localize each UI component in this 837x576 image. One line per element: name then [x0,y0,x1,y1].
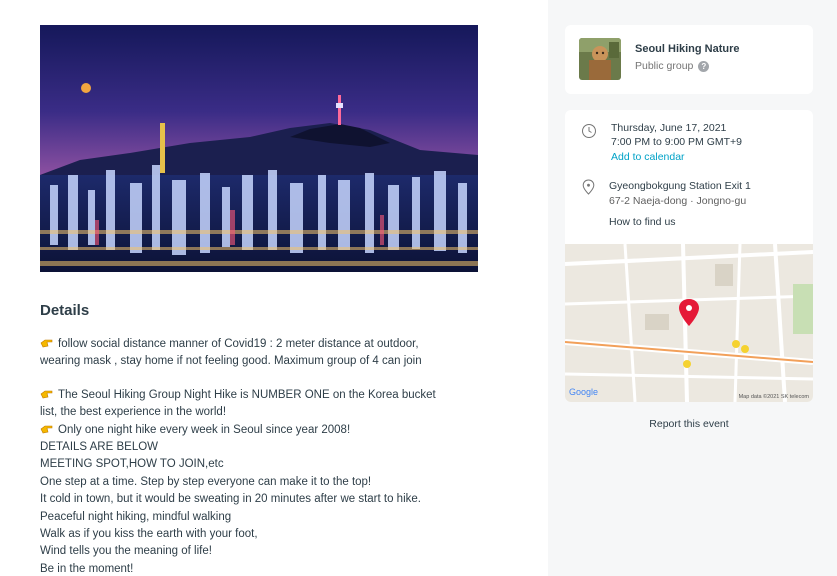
venue-name: Gyeongbokgung Station Exit 1 [609,180,751,192]
description-line: Walk as if you kiss the earth with your … [40,528,258,541]
venue-address: 67-2 Naeja-dong · Jongno-gu [609,195,747,207]
description-line: MEETING SPOT,HOW TO JOIN,etc [40,458,224,471]
add-to-calendar-link[interactable]: Add to calendar [611,151,685,163]
description-line: One step at a time. Step by step everyon… [40,475,372,488]
location-pin-icon [582,179,595,195]
group-type-label: Public group [635,60,694,72]
description-text: follow social distance manner of Covid19… [58,338,419,350]
event-date: Thursday, June 17, 2021 [611,122,727,134]
description-line: wearing mask , stay home if not feeling … [40,355,422,368]
main-content: Details follow social distance manner of… [0,0,548,576]
description-text: The Seoul Hiking Group Night Hike is NUM… [58,388,436,401]
group-avatar[interactable] [579,38,621,80]
clock-icon [582,124,596,138]
event-description: follow social distance manner of Covid19… [40,336,510,576]
map-attribution: Map data ©2021 SK telecom [739,393,810,400]
description-line: Peaceful night hiking, mindful walking [40,510,232,523]
event-time: 7:00 PM to 9:00 PM GMT+9 [611,136,743,148]
details-heading: Details [40,302,90,319]
description-line: Wind tells you the meaning of life! [40,545,212,558]
google-logo: Google [569,387,598,397]
description-line: Be in the moment! [40,562,134,575]
report-event-link[interactable]: Report this event [565,418,813,430]
description-line: follow social distance manner of Covid19… [40,336,510,353]
group-type: Public group? [635,60,710,72]
location-map[interactable]: Google Map data ©2021 SK telecom [565,244,813,402]
description-line: It cold in town, but it would be sweatin… [40,493,421,506]
help-icon[interactable]: ? [698,61,710,72]
group-card[interactable]: Seoul Hiking Nature Public group? [565,25,813,94]
how-to-find-us: How to find us [609,216,676,228]
event-info-card: Thursday, June 17, 2021 7:00 PM to 9:00 … [565,110,813,402]
event-hero-image [40,25,478,272]
pointing-hand-icon [40,425,53,433]
description-line: The Seoul Hiking Group Night Hike is NUM… [40,387,510,404]
description-line: DETAILS ARE BELOW [40,441,159,454]
pointing-hand-icon [40,339,53,348]
pointing-hand-icon [40,390,53,399]
description-line: Only one night hike every week in Seoul … [40,422,510,439]
description-text: Only one night hike every week in Seoul … [58,423,351,436]
group-name-link[interactable]: Seoul Hiking Nature [635,43,740,55]
description-line: list, the best experience in the world! [40,406,227,419]
